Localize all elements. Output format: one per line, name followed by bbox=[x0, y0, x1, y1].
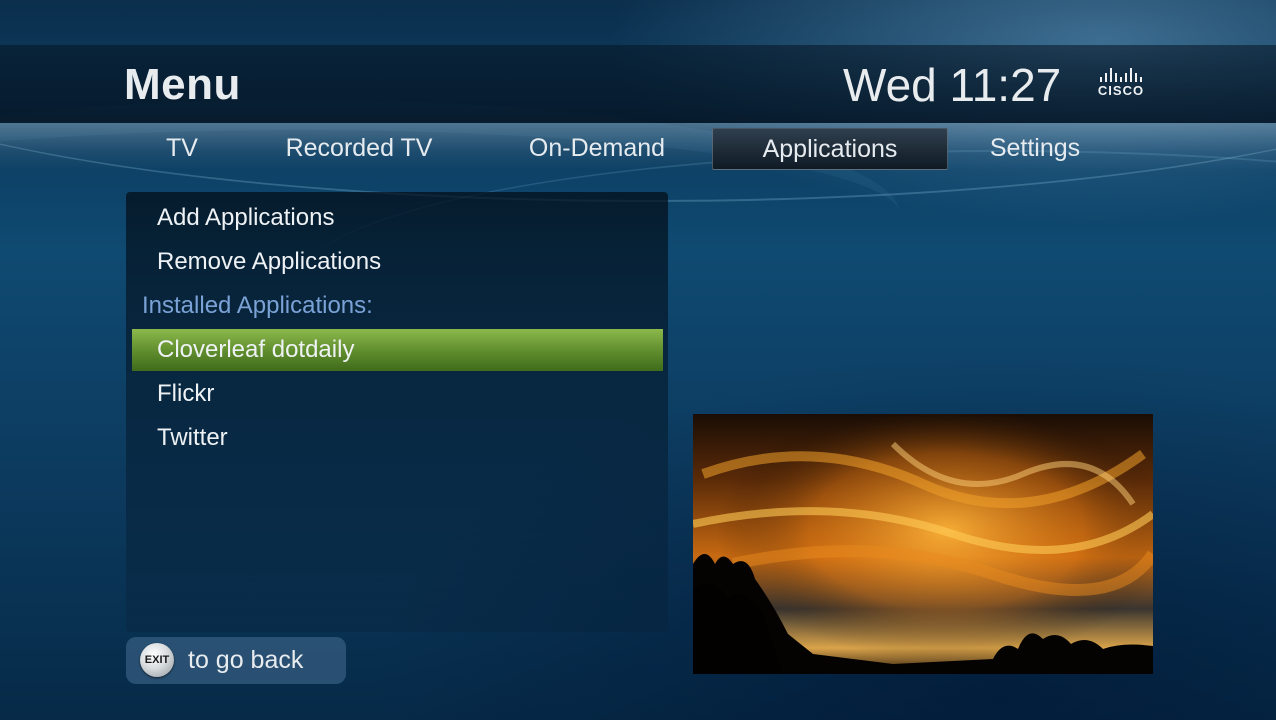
tab-recorded-tv[interactable]: Recorded TV bbox=[268, 128, 450, 168]
tab-tv[interactable]: TV bbox=[150, 128, 214, 168]
remove-applications-item[interactable]: Remove Applications bbox=[132, 241, 663, 283]
app-item-flickr[interactable]: Flickr bbox=[132, 373, 663, 415]
app-preview-image bbox=[693, 414, 1153, 674]
sunset-photo-icon bbox=[693, 414, 1153, 674]
clock: Wed 11:27 bbox=[843, 59, 1062, 111]
cisco-logo: CISCO bbox=[1093, 66, 1149, 98]
tab-settings[interactable]: Settings bbox=[975, 128, 1095, 168]
page-title: Menu bbox=[124, 60, 241, 109]
add-applications-item[interactable]: Add Applications bbox=[132, 197, 663, 239]
exit-button[interactable]: EXIT bbox=[140, 643, 174, 677]
installed-applications-heading: Installed Applications: bbox=[142, 292, 373, 319]
exit-hint-text: to go back bbox=[188, 646, 304, 674]
tab-on-demand[interactable]: On-Demand bbox=[512, 128, 682, 168]
tab-applications[interactable]: Applications bbox=[712, 128, 948, 170]
exit-hint: EXIT to go back bbox=[126, 637, 346, 684]
app-item-cloverleaf-dotdaily[interactable]: Cloverleaf dotdaily bbox=[132, 329, 663, 371]
cisco-bars-icon bbox=[1093, 66, 1149, 82]
menu-panel: Add Applications Remove Applications Ins… bbox=[126, 192, 668, 632]
cisco-logo-text: CISCO bbox=[1097, 83, 1145, 98]
app-item-twitter[interactable]: Twitter bbox=[132, 417, 663, 459]
screen: Menu Wed 11:27 CISCO TV Recorded TV On-D… bbox=[0, 0, 1276, 720]
